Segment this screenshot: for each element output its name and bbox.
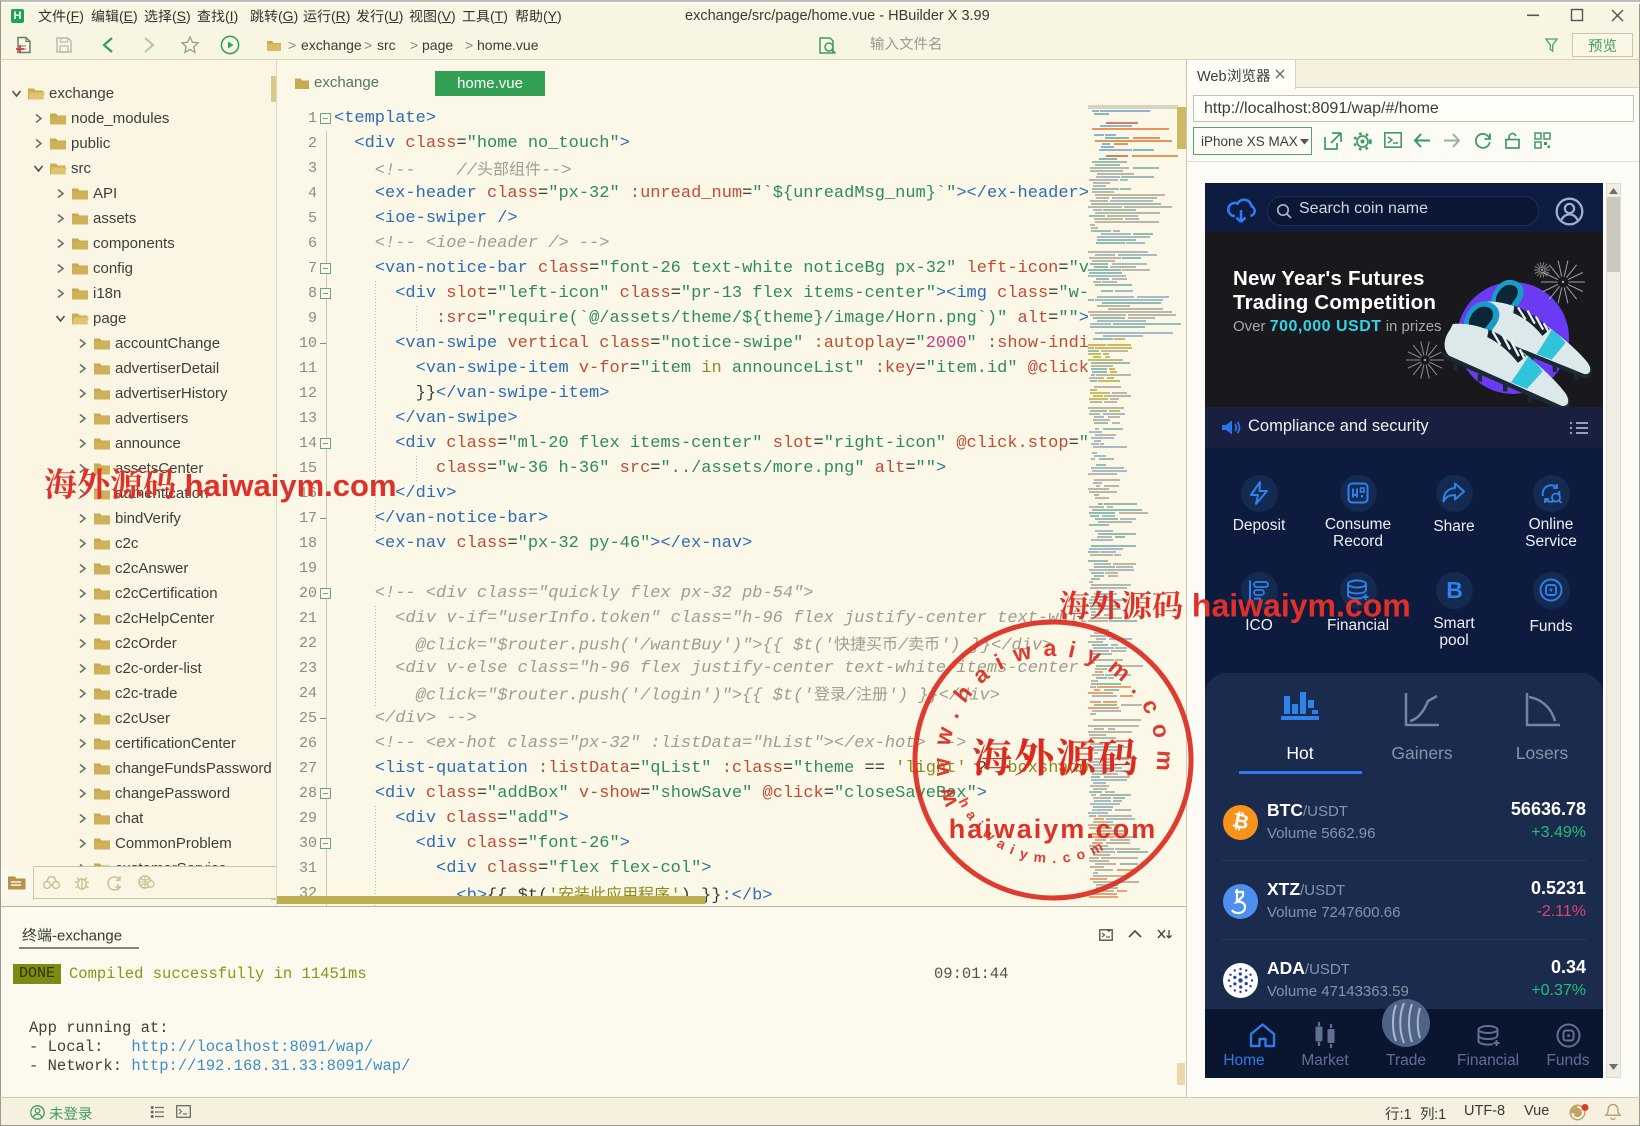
svg-text:www.haiwaiym.com: www.haiwaiym.com [928,635,1179,811]
svg-text:haiwaiym.com: haiwaiym.com [949,814,1158,844]
